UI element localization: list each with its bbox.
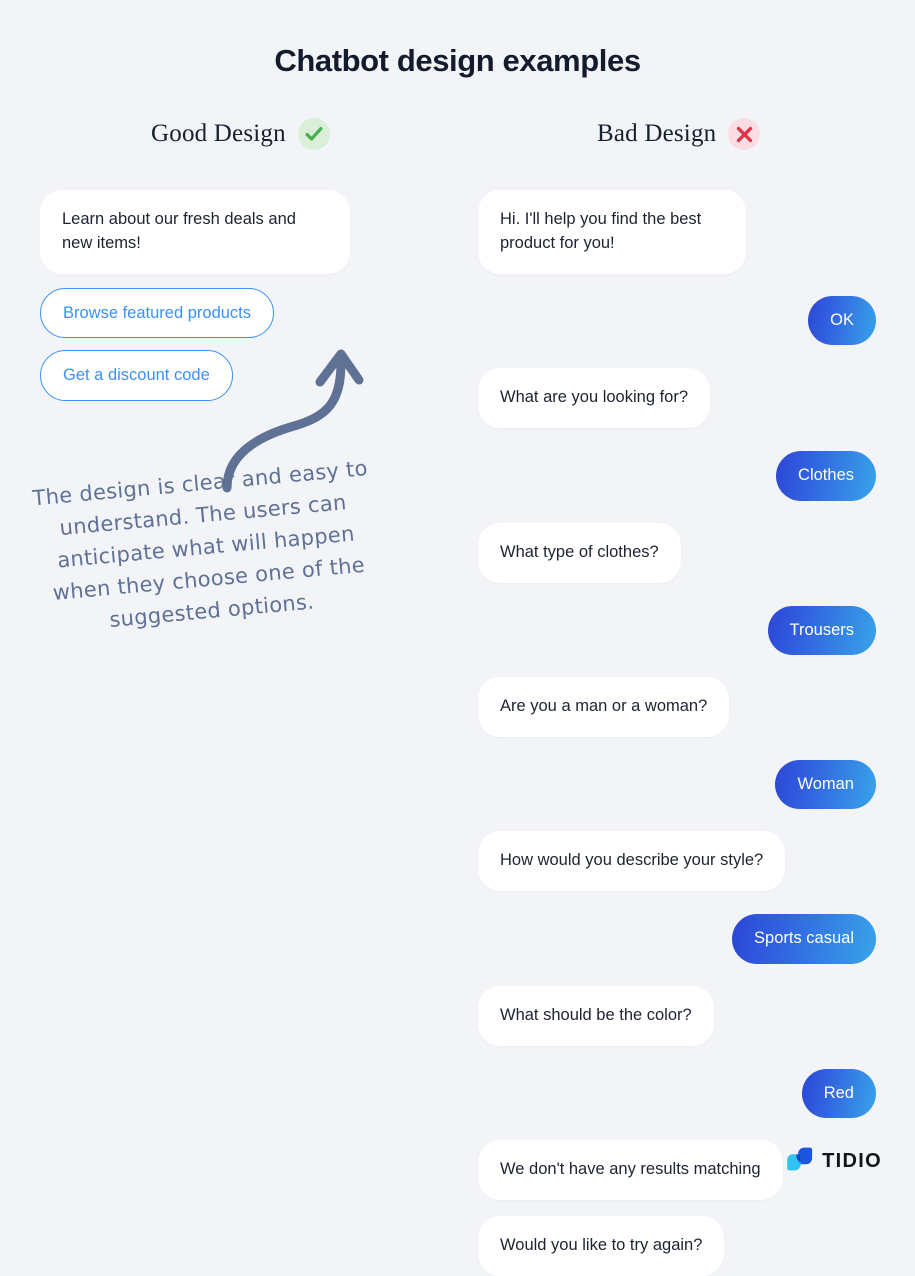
user-message-bubble: Woman xyxy=(775,759,876,810)
bad-design-chat-column: Hi. I'll help you find the best product … xyxy=(478,190,876,1276)
column-header-bad-design: Bad Design xyxy=(597,118,761,150)
bot-message-bubble: What are you looking for? xyxy=(478,368,711,429)
tidio-wordmark: TIDIO xyxy=(822,1150,882,1172)
tidio-logo: TIDIO xyxy=(785,1145,882,1178)
annotation-text: The design is clear and easy to understa… xyxy=(31,456,369,632)
tidio-logo-icon xyxy=(785,1145,813,1178)
user-message-bubble: Red xyxy=(801,1068,876,1119)
chat-row: Red xyxy=(478,1068,876,1119)
chat-row: Sports casual xyxy=(478,914,876,964)
bot-message-bubble: How would you describe your style? xyxy=(478,831,786,892)
chat-row: Clothes xyxy=(478,451,876,501)
chat-row: What type of clothes? xyxy=(478,522,876,583)
bot-message-bubble: Would you like to try again? xyxy=(478,1216,725,1276)
chat-row: Would you like to try again? xyxy=(478,1216,876,1276)
quick-reply-get-a-discount-code[interactable]: Get a discount code xyxy=(40,350,233,402)
column-header-good-design: Good Design xyxy=(151,118,330,150)
chat-row: Learn about our fresh deals and new item… xyxy=(40,190,380,274)
bot-message-bubble: Hi. I'll help you find the best product … xyxy=(478,190,746,274)
good-design-label: Good Design xyxy=(151,120,286,147)
user-message-bubble: Trousers xyxy=(767,605,876,655)
page-title: Chatbot design examples xyxy=(274,43,641,78)
chat-row: Are you a man or a woman? xyxy=(478,677,876,737)
bot-message-bubble: Are you a man or a woman? xyxy=(478,677,730,737)
bot-message-bubble: What type of clothes? xyxy=(478,522,681,583)
chat-row: What should be the color? xyxy=(478,985,876,1046)
bot-message-bubble: We don't have any results matching xyxy=(478,1140,783,1200)
chat-row: OK xyxy=(478,295,876,346)
bot-message-bubble: What should be the color? xyxy=(478,985,714,1046)
bad-design-label: Bad Design xyxy=(597,120,717,147)
red-cross-icon xyxy=(728,118,761,150)
chat-row: Hi. I'll help you find the best product … xyxy=(478,190,876,274)
chat-row: Woman xyxy=(478,759,876,810)
green-check-icon xyxy=(297,118,330,150)
user-message-bubble: Sports casual xyxy=(732,914,876,964)
chat-row: Trousers xyxy=(478,605,876,655)
chat-row: How would you describe your style? xyxy=(478,831,876,892)
user-message-bubble: Clothes xyxy=(776,451,876,501)
user-message-bubble: OK xyxy=(808,295,876,346)
chat-row: What are you looking for? xyxy=(478,368,876,429)
bot-message-bubble: Learn about our fresh deals and new item… xyxy=(40,190,350,274)
